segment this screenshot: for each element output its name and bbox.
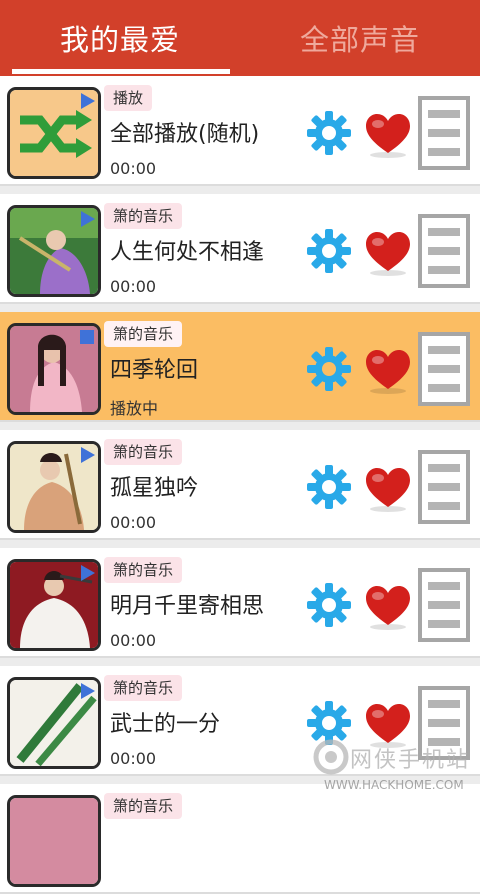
track-status: 00:00	[110, 631, 157, 650]
track-tag: 箫的音乐	[104, 321, 183, 347]
watermark: 网侠手机站 WWW.HACKHOME.COM	[310, 738, 480, 798]
list-menu-icon[interactable]	[418, 332, 470, 406]
track-thumbnail	[7, 559, 101, 651]
track-status: 00:00	[110, 277, 157, 296]
track-status: 播放中	[110, 399, 159, 418]
track-thumbnail	[7, 323, 101, 415]
play-badge-icon	[81, 565, 95, 581]
list-menu-icon[interactable]	[418, 568, 470, 642]
gear-icon[interactable]	[306, 464, 352, 510]
track-tag: 箫的音乐	[104, 203, 183, 229]
active-tab-indicator	[12, 69, 230, 74]
track-tag: 箫的音乐	[104, 675, 183, 701]
track-thumbnail	[7, 795, 101, 887]
gear-icon[interactable]	[306, 228, 352, 274]
track-status: 00:00	[110, 749, 157, 768]
heart-icon[interactable]	[364, 112, 412, 158]
track-thumbnail	[7, 87, 101, 179]
photo-thumbnail-icon	[10, 798, 98, 884]
top-tab-bar: 我的最爱 全部声音	[0, 0, 480, 76]
gear-icon[interactable]	[306, 346, 352, 392]
heart-icon[interactable]	[364, 466, 412, 512]
track-tag: 箫的音乐	[104, 439, 183, 465]
track-title: 明月千里寄相思	[110, 594, 265, 619]
heart-icon[interactable]	[364, 230, 412, 276]
track-tag: 箫的音乐	[104, 557, 183, 583]
tab-my-favorites[interactable]: 我的最爱	[0, 0, 240, 76]
track-title: 人生何处不相逢	[110, 240, 265, 265]
play-badge-icon	[81, 93, 95, 109]
track-thumbnail	[7, 677, 101, 769]
watermark-brand: 网侠手机站	[350, 748, 471, 773]
heart-icon[interactable]	[364, 584, 412, 630]
track-title: 孤星独吟	[110, 476, 199, 501]
track-title: 武士的一分	[110, 712, 221, 737]
play-badge-icon	[81, 447, 95, 463]
track-thumbnail	[7, 205, 101, 297]
track-status: 00:00	[110, 159, 157, 178]
play-badge-icon	[81, 211, 95, 227]
track-tag: 播放	[104, 85, 153, 111]
tab-all-sounds[interactable]: 全部声音	[240, 0, 480, 76]
list-menu-icon[interactable]	[418, 214, 470, 288]
play-badge-icon	[80, 330, 94, 344]
track-row-2-playing[interactable]: 箫的音乐 四季轮回 播放中	[0, 312, 480, 422]
track-row-6[interactable]: 箫的音乐	[0, 784, 480, 894]
track-thumbnail	[7, 441, 101, 533]
watermark-url: WWW.HACKHOME.COM	[324, 778, 464, 792]
list-menu-icon[interactable]	[418, 96, 470, 170]
heart-icon[interactable]	[364, 348, 412, 394]
gear-icon[interactable]	[306, 582, 352, 628]
track-title: 四季轮回	[110, 358, 199, 383]
play-badge-icon	[81, 683, 95, 699]
track-row-4[interactable]: 箫的音乐 明月千里寄相思 00:00	[0, 548, 480, 658]
track-status: 00:00	[110, 513, 157, 532]
track-tag: 箫的音乐	[104, 793, 183, 819]
track-row-3[interactable]: 箫的音乐 孤星独吟 00:00	[0, 430, 480, 540]
track-row-1[interactable]: 箫的音乐 人生何处不相逢 00:00	[0, 194, 480, 304]
list-menu-icon[interactable]	[418, 450, 470, 524]
watermark-logo-icon	[313, 739, 349, 775]
track-row-0[interactable]: 播放 全部播放(随机) 00:00	[0, 76, 480, 186]
gear-icon[interactable]	[306, 110, 352, 156]
track-title: 全部播放(随机)	[110, 122, 260, 147]
